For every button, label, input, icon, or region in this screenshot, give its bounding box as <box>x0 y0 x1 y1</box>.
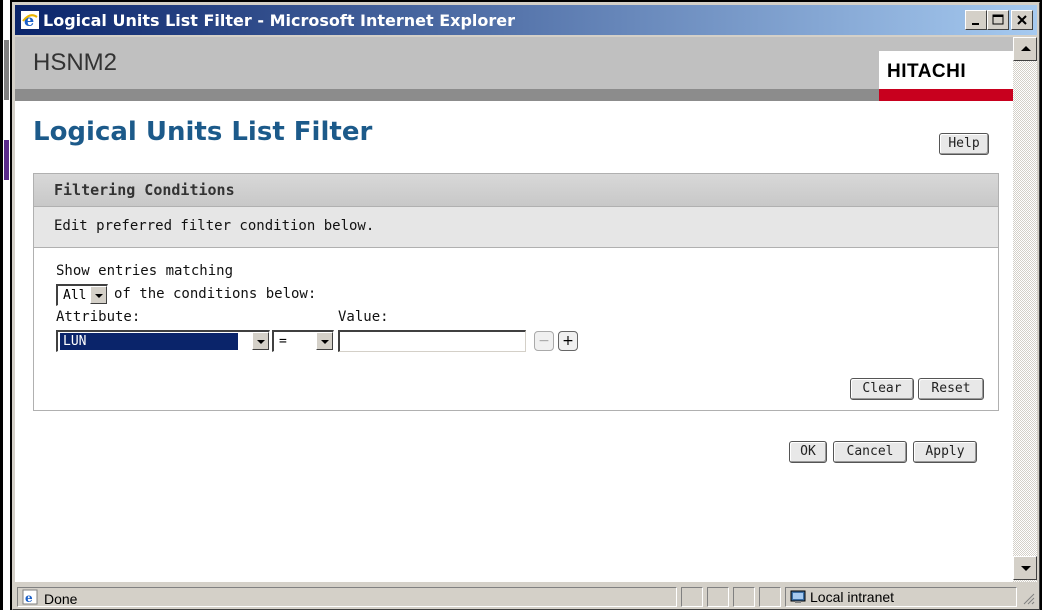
intranet-icon <box>790 590 806 603</box>
apply-button[interactable]: Apply <box>913 441 977 463</box>
close-icon <box>1017 15 1027 25</box>
page-content: HSNM2 HITACHI Logical Units List Filter … <box>15 37 1013 582</box>
background-stripe <box>4 140 9 180</box>
banner-underline <box>15 89 879 101</box>
vertical-scrollbar[interactable] <box>1013 37 1037 582</box>
panel-header: Filtering Conditions <box>34 174 998 207</box>
minimize-button[interactable] <box>965 10 987 30</box>
background-stripe <box>4 40 9 100</box>
page-title: Logical Units List Filter <box>33 117 373 147</box>
chevron-down-icon[interactable] <box>316 332 333 350</box>
filtering-conditions-panel: Filtering Conditions Edit preferred filt… <box>33 173 999 411</box>
remove-condition-button[interactable]: − <box>534 331 554 351</box>
window-title: Logical Units List Filter - Microsoft In… <box>43 11 516 30</box>
operator-select[interactable]: = <box>272 330 334 352</box>
value-input[interactable] <box>338 330 526 352</box>
app-name: HSNM2 <box>33 49 118 76</box>
match-mode-select[interactable]: All <box>56 284 108 306</box>
panel-instruction-bar: Edit preferred filter condition below. <box>34 207 998 248</box>
close-button[interactable] <box>1011 10 1033 30</box>
maximize-button[interactable] <box>987 10 1009 30</box>
status-pane: e Done <box>17 587 677 607</box>
logo-red-bar <box>879 89 1013 101</box>
conditions-suffix-label: of the conditions below: <box>114 286 317 302</box>
reset-button[interactable]: Reset <box>918 378 984 400</box>
cancel-button[interactable]: Cancel <box>833 441 907 463</box>
browser-window: e Logical Units List Filter - Microsoft … <box>12 2 1040 610</box>
status-bar: e Done Local intranet <box>15 585 1037 609</box>
chevron-down-icon[interactable] <box>90 286 107 304</box>
help-button[interactable]: Help <box>939 133 989 155</box>
status-pane-empty <box>759 587 781 607</box>
resize-grip-icon[interactable] <box>1021 591 1035 605</box>
scroll-up-button[interactable] <box>1013 37 1037 61</box>
clear-button[interactable]: Clear <box>850 378 914 400</box>
zone-pane: Local intranet <box>785 587 1017 607</box>
app-banner: HSNM2 HITACHI <box>15 37 1013 101</box>
scroll-down-button[interactable] <box>1013 556 1037 580</box>
panel-title: Filtering Conditions <box>54 181 235 199</box>
operator-value: = <box>279 334 287 349</box>
svg-text:e: e <box>25 591 33 605</box>
ok-button[interactable]: OK <box>789 441 827 463</box>
match-mode-value: All <box>63 288 87 303</box>
chevron-down-icon[interactable] <box>252 332 269 350</box>
attribute-value: LUN <box>59 332 239 351</box>
status-pane-empty <box>707 587 729 607</box>
hitachi-logo: HITACHI <box>879 51 1013 89</box>
maximize-icon <box>992 14 1004 25</box>
value-label: Value: <box>338 309 389 325</box>
attribute-select[interactable]: LUN <box>56 330 270 352</box>
add-condition-button[interactable]: + <box>558 331 578 351</box>
attribute-label: Attribute: <box>56 309 141 325</box>
background-window-edge <box>0 0 10 610</box>
status-pane-empty <box>733 587 755 607</box>
svg-text:e: e <box>24 11 34 29</box>
zone-text: Local intranet <box>810 589 895 605</box>
minimize-icon <box>972 23 979 25</box>
ie-icon: e <box>21 11 39 29</box>
status-pane-empty <box>681 587 703 607</box>
status-text: Done <box>44 591 78 607</box>
instruction-text: Edit preferred filter condition below. <box>54 218 375 234</box>
logo-text: HITACHI <box>887 61 967 82</box>
background-stripe <box>0 0 3 610</box>
browser-client-area: HSNM2 HITACHI Logical Units List Filter … <box>15 37 1037 582</box>
title-bar[interactable]: e Logical Units List Filter - Microsoft … <box>15 5 1037 35</box>
page-icon: e <box>22 589 38 605</box>
show-entries-label: Show entries matching <box>56 263 234 279</box>
